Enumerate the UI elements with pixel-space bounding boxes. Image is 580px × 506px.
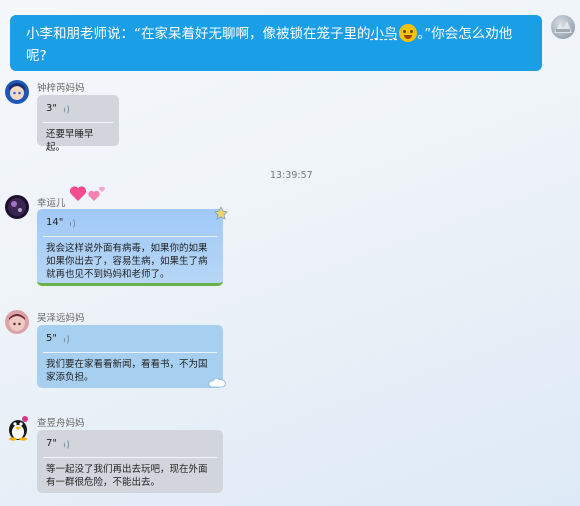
message-text: 我们要在家看看新闻，看看书，不为国家添负担。 [46,359,208,383]
voice-player[interactable]: 14" [37,209,223,236]
message-text: 我会这样说外面有病毒，如果你的如果如果你出去了，容易生病，如果生了病就再也见不到… [46,243,208,280]
voice-message-bubble[interactable]: 14" 我会这样说外面有病毒，如果你的如果如果你出去了，容易生病，如果生了病就再… [37,209,223,286]
voice-message-bubble[interactable]: 7" 等一起没了我们再出去玩吧，现在外面有一群很危险，不能出去。 [37,430,223,493]
sender-name: 查昱舟妈妈 [37,418,85,429]
voice-player[interactable]: 5" [37,325,223,352]
teacher-message-bubble[interactable]: 小李和朋老师说：“在家呆着好无聊啊，像被锁在笼子里的小鸟 。”你会怎么劝他呢? [10,15,542,71]
message-text: 还要早睡早起。 [46,129,94,153]
avatar[interactable] [5,195,29,219]
avatar[interactable] [5,310,29,334]
voice-duration: 3" [46,103,57,114]
voice-duration: 7" [46,438,57,449]
voice-wave-icon [61,438,71,450]
voice-message-bubble[interactable]: 5" 我们要在家看看新闻，看看书，不为国家添负担。 [37,325,223,388]
teacher-message-underlined: 小鸟 [370,26,398,42]
sender-name: 吴泽远妈妈 [37,313,85,324]
cloud-decoration-icon [208,374,226,388]
avatar[interactable] [5,415,29,441]
avatar[interactable] [5,80,29,104]
bubble-decoration-icon [214,205,228,220]
sender-name: 钟梓芮妈妈 [37,83,85,94]
timestamp: 13:39:57 [270,170,313,181]
crying-emoji-icon [398,24,417,42]
voice-player[interactable]: 3" [37,95,119,122]
voice-message-bubble[interactable]: 3" 还要早睡早起。 [37,95,119,153]
message-text: 等一起没了我们再出去玩吧，现在外面有一群很危险，不能出去。 [46,464,208,488]
voice-wave-icon [67,217,77,229]
voice-wave-icon [61,103,71,115]
voice-duration: 14" [46,217,64,228]
voice-wave-icon [61,333,71,345]
voice-player[interactable]: 7" [37,430,223,457]
sender-name: 幸运儿 [37,198,66,209]
teacher-avatar[interactable] [551,15,575,39]
voice-duration: 5" [46,333,57,344]
teacher-message-text-1: 小李和朋老师说：“在家呆着好无聊啊，像被锁在笼子里的 [26,26,371,42]
heart-badge-icon [68,184,108,204]
